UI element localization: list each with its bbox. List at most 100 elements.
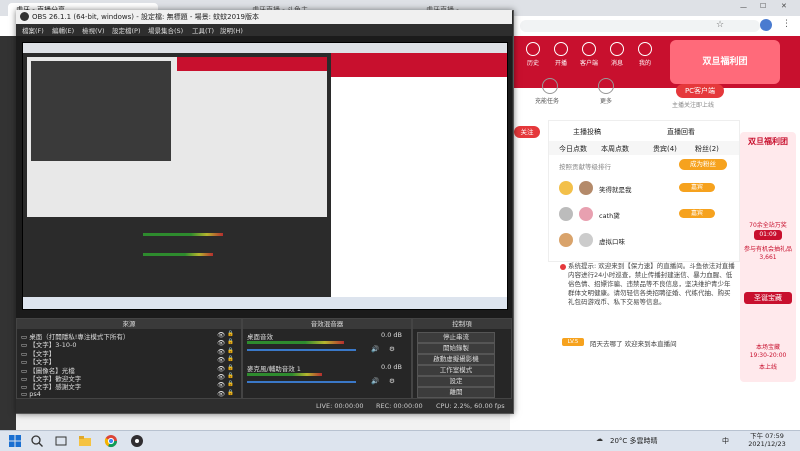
search-icon[interactable] xyxy=(30,434,44,448)
avatar xyxy=(579,233,593,247)
control-button[interactable]: 離開 xyxy=(417,387,495,398)
obs-preview[interactable] xyxy=(16,36,512,318)
minimize-icon[interactable]: — xyxy=(740,3,750,13)
crown-icon xyxy=(559,233,573,247)
level-badge: LV.5 xyxy=(562,338,584,346)
tab-fans[interactable]: 粉丝(2) xyxy=(695,144,719,154)
sources-dock: 來源 ▭ 桌面（打開隱私!專注模式下所有） 👁 🔒 ▭ 【文字】3-10-0 👁 🔒 ▭ 【… xyxy=(16,318,242,400)
task-view-icon[interactable] xyxy=(54,434,68,448)
tab-week[interactable]: 本周点数 xyxy=(601,144,629,154)
header-item[interactable]: 消息 xyxy=(604,42,630,67)
visibility-icon[interactable]: 👁 xyxy=(217,339,225,347)
more-entry[interactable]: 更多 xyxy=(596,78,616,105)
menu-tools[interactable]: 工具(T) xyxy=(192,25,214,35)
audio-meter xyxy=(247,373,322,376)
header-item[interactable]: 我的 xyxy=(632,42,658,67)
rank-name: cath黛 xyxy=(599,212,620,220)
lock-icon[interactable]: 🔒 xyxy=(227,390,234,396)
header-item[interactable]: 开播 xyxy=(548,42,574,67)
speaker-icon[interactable]: 🔊 xyxy=(371,345,379,353)
mixer-dock: 音效混音器 桌面音效 0.0 dB 🔊 ⚙ 麥克風/輔助音效 1 0.0 dB 🔊 ⚙ xyxy=(242,318,412,400)
rank-name: 笑得就是我 xyxy=(599,186,632,194)
visibility-icon[interactable]: 👁 xyxy=(217,365,225,373)
volume-slider[interactable] xyxy=(247,349,356,351)
visibility-icon[interactable]: 👁 xyxy=(217,348,225,356)
list-tabs: 今日点数 本周点数 贵宾(4) 粉丝(2) xyxy=(549,141,739,155)
control-button[interactable]: 設定 xyxy=(417,376,495,387)
crown-icon xyxy=(559,207,573,221)
obs-taskbar-icon[interactable] xyxy=(130,434,144,448)
menu-profile[interactable]: 設定檔(P) xyxy=(112,25,141,35)
controls-dock: 控制項 停止串流 開始錄製 啟動虛擬攝影機 工作室模式 設定 離開 xyxy=(412,318,512,400)
control-button[interactable]: 啟動虛擬攝影機 xyxy=(417,354,495,365)
lock-icon[interactable]: 🔒 xyxy=(227,331,234,337)
menu-icon[interactable]: ⋮ xyxy=(782,19,791,29)
tab-today[interactable]: 今日点数 xyxy=(559,144,587,154)
menu-edit[interactable]: 編輯(E) xyxy=(52,25,74,35)
obs-titlebar: OBS 26.1.1 (64-bit, windows) - 設定檔: 無標題 … xyxy=(16,10,512,25)
tab-replay[interactable]: 直播回看 xyxy=(667,127,695,137)
chrome-icon[interactable] xyxy=(104,434,118,448)
guest-badge: 嘉宾 xyxy=(679,183,715,192)
weather-icon[interactable]: ☁ xyxy=(596,435,603,443)
gear-icon[interactable]: ⚙ xyxy=(389,345,395,353)
menu-scene-collection[interactable]: 場景集合(S) xyxy=(148,25,183,35)
visibility-icon[interactable]: 👁 xyxy=(217,390,225,398)
control-button[interactable]: 工作室模式 xyxy=(417,365,495,376)
speaker-icon[interactable]: 🔊 xyxy=(371,377,379,385)
lock-icon[interactable]: 🔒 xyxy=(227,348,234,354)
lock-icon[interactable]: 🔒 xyxy=(227,356,234,362)
task-entry[interactable]: 充能任务 xyxy=(535,78,560,105)
pc-client-sub: 主播关注即上线 xyxy=(672,102,715,109)
list-item[interactable]: 笑得就是我 嘉宾 xyxy=(559,179,729,199)
close-icon[interactable]: ✕ xyxy=(781,2,791,12)
tab-anchor-posts[interactable]: 主播投稿 xyxy=(573,127,601,137)
mixer-db: 0.0 dB xyxy=(381,331,402,339)
lock-icon[interactable]: 🔒 xyxy=(227,339,234,345)
avatar xyxy=(579,207,593,221)
source-type-icon: ▭ xyxy=(21,389,30,398)
promo-banner[interactable]: 双旦福利团 xyxy=(670,40,780,84)
gear-icon[interactable]: ⚙ xyxy=(389,377,395,385)
menu-view[interactable]: 檢視(V) xyxy=(82,25,105,35)
mixer-channel-label: 桌面音效 xyxy=(247,333,273,341)
visibility-icon[interactable]: 👁 xyxy=(217,381,225,389)
maximize-icon[interactable]: ☐ xyxy=(760,2,770,12)
star-icon[interactable]: ☆ xyxy=(716,20,724,30)
control-button[interactable]: 開始錄製 xyxy=(417,343,495,354)
become-fan-button[interactable]: 成为粉丝 xyxy=(679,159,727,170)
ranking-card: 主播投稿 直播回看 今日点数 本周点数 贵宾(4) 粉丝(2) 按照贡献等级排行… xyxy=(548,120,740,262)
tab-vip[interactable]: 贵宾(4) xyxy=(653,144,677,154)
avatar[interactable] xyxy=(760,19,772,31)
lock-icon[interactable]: 🔒 xyxy=(227,381,234,387)
obs-statusbar: LIVE: 00:00:00 REC: 00:00:00 CPU: 2.2%, … xyxy=(16,398,512,413)
volume-slider[interactable] xyxy=(247,381,356,383)
lock-icon[interactable]: 🔒 xyxy=(227,373,234,379)
visibility-icon[interactable]: 👁 xyxy=(217,331,225,339)
menu-help[interactable]: 說明(H) xyxy=(220,25,243,35)
cpu-status: CPU: 2.2%, 60.00 fps xyxy=(436,402,505,410)
windows-start-icon[interactable] xyxy=(8,434,22,448)
audio-meter xyxy=(247,341,344,344)
control-button[interactable]: 停止串流 xyxy=(417,332,495,343)
user-icon xyxy=(638,42,652,56)
follow-button[interactable]: 关注 xyxy=(514,126,540,138)
lock-icon[interactable]: 🔒 xyxy=(227,365,234,371)
list-item[interactable]: cath黛 嘉宾 xyxy=(559,205,729,225)
side-promo[interactable]: 双旦福利团 70余全站万奖 01:09 参与有机会抽礼品 3,661 圣诞宝藏 … xyxy=(740,132,796,382)
pc-client-button[interactable]: PC客户端 xyxy=(676,84,724,98)
history-icon xyxy=(526,42,540,56)
weather-text[interactable]: 20°C 多雲時晴 xyxy=(610,436,658,446)
menu-file[interactable]: 檔案(F) xyxy=(22,25,44,35)
input-lang[interactable]: 中 xyxy=(722,436,729,446)
source-row[interactable]: ▭ ps4 👁 🔒 xyxy=(21,390,235,398)
list-item[interactable]: 虚拟口味 xyxy=(559,231,729,251)
header-item[interactable]: 客户端 xyxy=(576,42,602,67)
visibility-icon[interactable]: 👁 xyxy=(217,373,225,381)
visibility-icon[interactable]: 👁 xyxy=(217,356,225,364)
rank-name: 虚拟口味 xyxy=(599,238,625,246)
dock-title: 音效混音器 xyxy=(243,319,411,329)
clock[interactable]: 下午 07:59 2021/12/23 xyxy=(740,432,794,448)
header-item[interactable]: 历史 xyxy=(520,42,546,67)
file-explorer-icon[interactable] xyxy=(78,434,92,448)
